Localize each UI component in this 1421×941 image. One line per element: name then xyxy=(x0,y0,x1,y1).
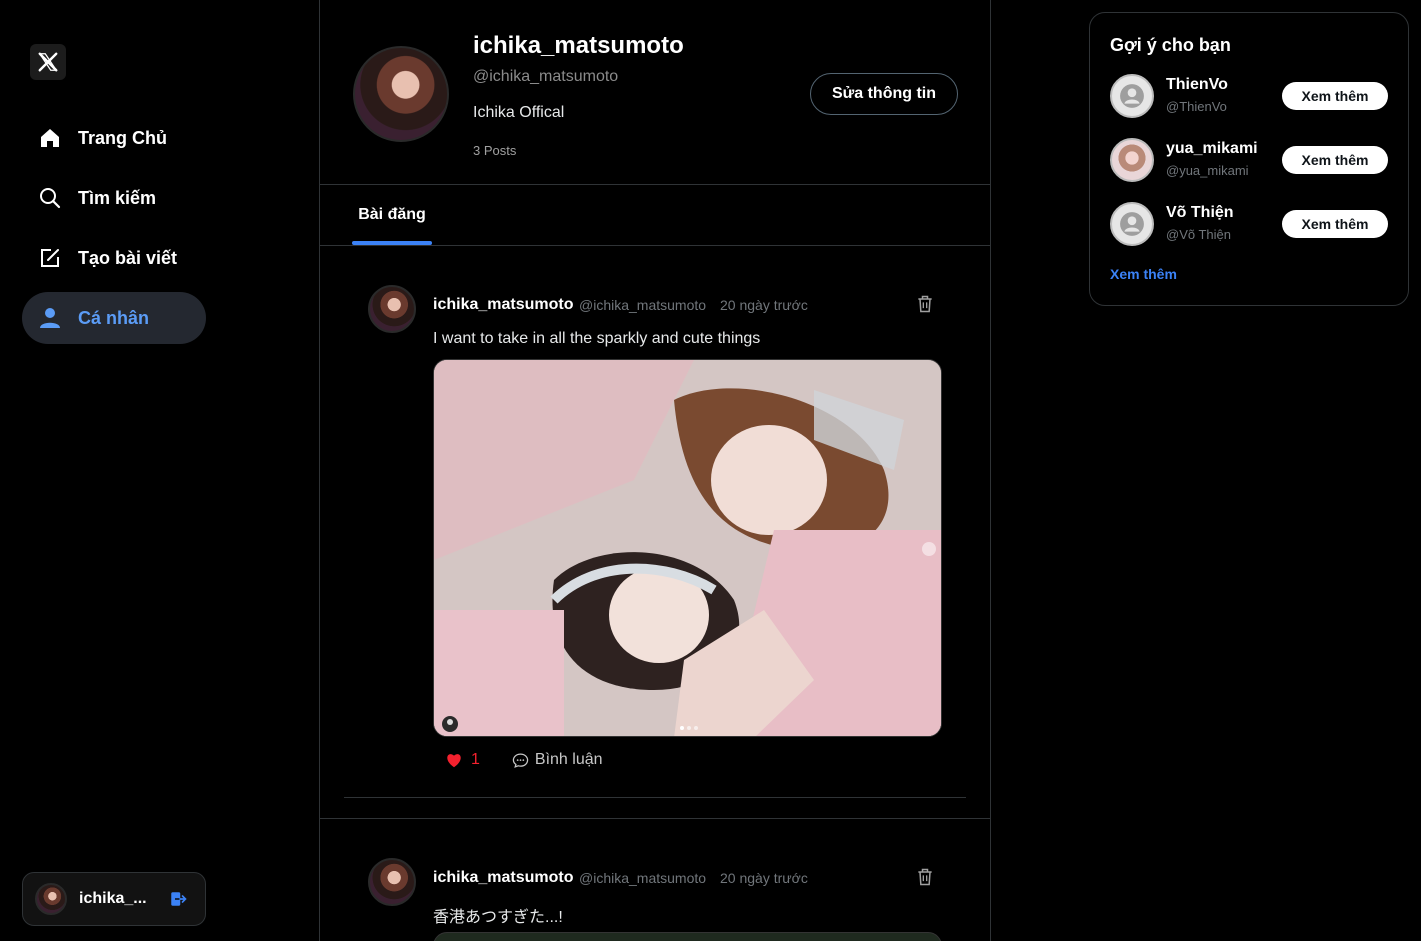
suggestions-panel: Gợi ý cho bạn ThienVo @ThienVo Xem thêm … xyxy=(1089,12,1409,306)
nav-search[interactable]: Tìm kiếm xyxy=(22,172,206,224)
post-text: 香港あつすぎた...! xyxy=(433,909,563,926)
post-photo xyxy=(434,360,941,736)
nav-search-label: Tìm kiếm xyxy=(78,187,157,208)
suggestion-handle: @yua_mikami xyxy=(1166,163,1249,178)
post-author-handle: @ichika_matsumoto xyxy=(579,870,707,886)
post-card: ichika_matsumoto @ichika_matsumoto 20 ng… xyxy=(320,246,990,818)
search-icon xyxy=(38,186,62,210)
post-actions: 1 Bình luận xyxy=(445,751,603,769)
default-avatar-icon[interactable] xyxy=(1110,202,1154,246)
account-avatar xyxy=(35,883,67,915)
x-logo-icon xyxy=(38,52,58,72)
edit-profile-button[interactable]: Sửa thông tin xyxy=(810,73,958,115)
suggestion-item: Võ Thiện @Võ Thiện Xem thêm xyxy=(1110,202,1390,246)
profile-bio: Ichika Offical xyxy=(473,104,565,121)
profile-name: ichika_matsumoto xyxy=(473,32,684,59)
trash-icon[interactable] xyxy=(915,867,935,887)
tab-posts[interactable]: Bài đăng xyxy=(352,185,432,245)
post-timestamp: 20 ngày trước xyxy=(720,870,808,886)
default-avatar-icon[interactable] xyxy=(1110,74,1154,118)
suggestion-handle: @Võ Thiện xyxy=(1166,227,1231,242)
post-image[interactable] xyxy=(433,932,942,941)
suggestion-handle: @ThienVo xyxy=(1166,99,1227,114)
profile-handle: @ichika_matsumoto xyxy=(473,68,619,85)
heart-icon xyxy=(447,754,461,768)
home-icon xyxy=(38,126,62,150)
post-divider xyxy=(344,797,966,798)
like-count: 1 xyxy=(471,751,480,768)
sidebar: Trang Chủ Tìm kiếm Tạo bài viết Cá nhân … xyxy=(0,0,320,941)
suggestion-name[interactable]: ThienVo xyxy=(1166,76,1228,94)
nav-profile[interactable]: Cá nhân xyxy=(22,292,206,344)
suggestion-name[interactable]: Võ Thiện xyxy=(1166,204,1234,222)
nav-create-post[interactable]: Tạo bài viết xyxy=(22,232,206,284)
nav-home-label: Trang Chủ xyxy=(78,127,167,148)
suggestion-avatar[interactable] xyxy=(1110,138,1154,182)
like-button[interactable]: 1 xyxy=(445,751,480,769)
suggestion-item: yua_mikami @yua_mikami Xem thêm xyxy=(1110,138,1390,182)
view-more-button[interactable]: Xem thêm xyxy=(1282,210,1388,238)
account-name: ichika_... xyxy=(79,890,147,907)
see-more-link[interactable]: Xem thêm xyxy=(1110,266,1177,282)
profile-header: ichika_matsumoto @ichika_matsumoto Ichik… xyxy=(320,0,990,185)
comment-button[interactable]: Bình luận xyxy=(512,751,603,769)
logout-icon[interactable] xyxy=(169,890,187,908)
post-avatar[interactable] xyxy=(368,285,416,333)
suggestion-item: ThienVo @ThienVo Xem thêm xyxy=(1110,74,1390,118)
nav-home[interactable]: Trang Chủ xyxy=(22,112,206,164)
profile-post-count: 3 Posts xyxy=(473,143,517,158)
compose-icon xyxy=(38,246,62,270)
suggestions-title: Gợi ý cho bạn xyxy=(1110,35,1231,55)
user-icon xyxy=(38,306,62,330)
app: Trang Chủ Tìm kiếm Tạo bài viết Cá nhân … xyxy=(0,0,1421,941)
comment-label: Bình luận xyxy=(534,751,603,768)
post-timestamp: 20 ngày trước xyxy=(720,297,808,313)
post-author-handle: @ichika_matsumoto xyxy=(579,297,707,313)
post-avatar[interactable] xyxy=(368,858,416,906)
post-text: I want to take in all the sparkly and cu… xyxy=(433,330,761,347)
tab-active-indicator xyxy=(352,241,432,245)
x-logo[interactable] xyxy=(30,44,66,80)
account-switcher[interactable]: ichika_... xyxy=(22,872,206,926)
nav-profile-label: Cá nhân xyxy=(78,307,150,328)
view-more-button[interactable]: Xem thêm xyxy=(1282,146,1388,174)
nav-create-post-label: Tạo bài viết xyxy=(78,247,178,268)
profile-tabs: Bài đăng xyxy=(320,185,990,246)
profile-avatar xyxy=(353,46,449,142)
suggestion-name[interactable]: yua_mikami xyxy=(1166,140,1258,158)
post-author-name[interactable]: ichika_matsumoto xyxy=(433,296,573,314)
post-card: ichika_matsumoto @ichika_matsumoto 20 ng… xyxy=(320,819,990,941)
post-image[interactable] xyxy=(433,359,942,737)
trash-icon[interactable] xyxy=(915,294,935,314)
main-column: ichika_matsumoto @ichika_matsumoto Ichik… xyxy=(319,0,991,941)
view-more-button[interactable]: Xem thêm xyxy=(1282,82,1388,110)
post-author-name[interactable]: ichika_matsumoto xyxy=(433,869,573,887)
comment-icon xyxy=(512,752,529,768)
